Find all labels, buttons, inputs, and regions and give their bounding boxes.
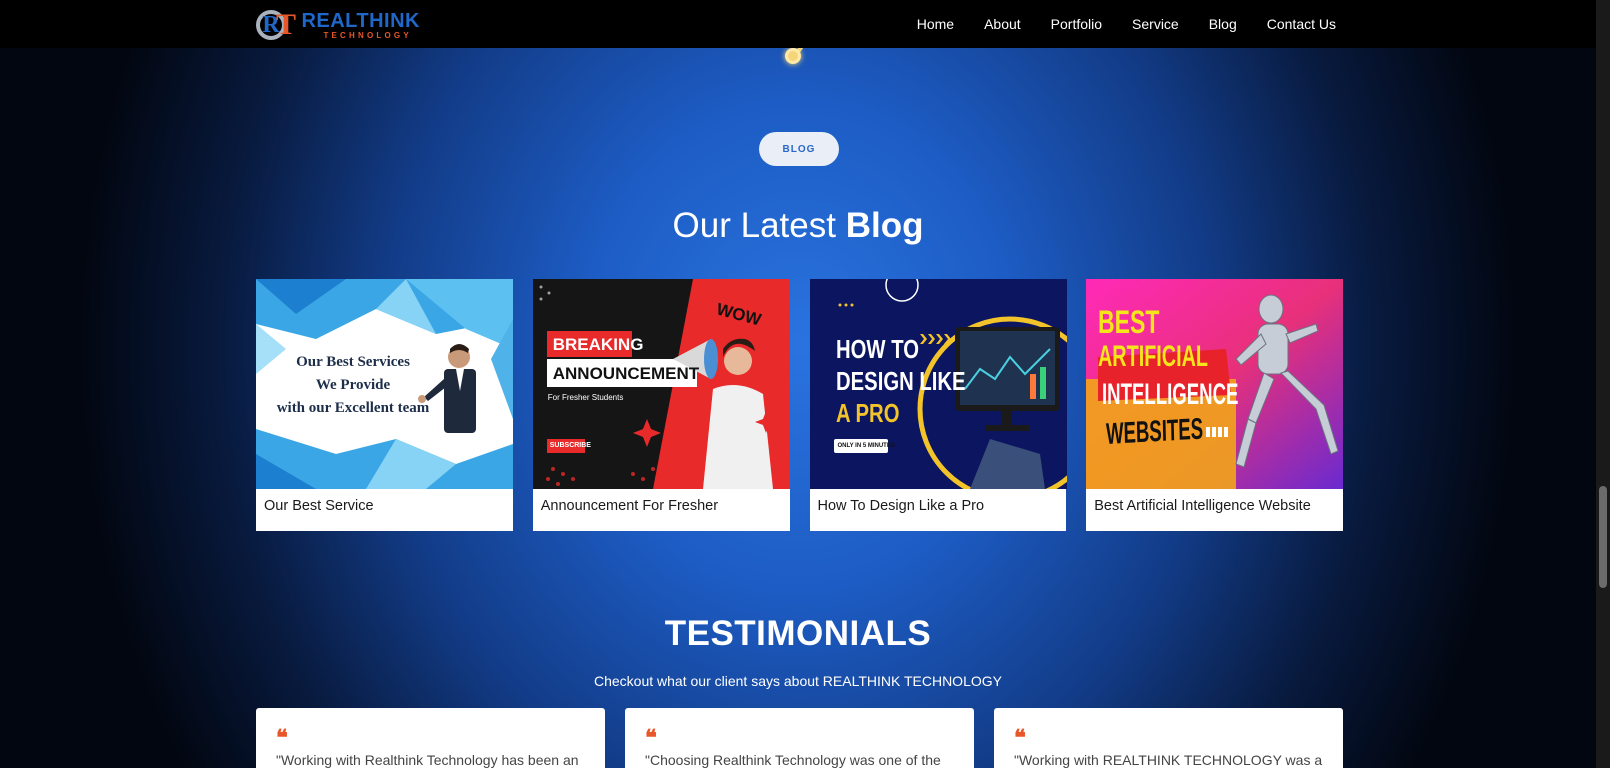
nav-about[interactable]: About — [984, 16, 1021, 32]
blog-card-image[interactable]: BREAKING ANNOUNCEMENT For Fresher Studen… — [532, 279, 790, 489]
nav-home[interactable]: Home — [917, 16, 954, 32]
blog-card-image[interactable]: BEST ARTIFICIAL INTELLIGENCE WEBSITES — [1086, 279, 1344, 489]
blog-card-image[interactable]: HOW TO DESIGN LIKE A PRO ONLY IN 5 MINUT… — [809, 279, 1067, 489]
blog-title-bold: Blog — [845, 206, 924, 245]
blog-card[interactable]: BREAKING ANNOUNCEMENT For Fresher Studen… — [532, 279, 790, 531]
nav-portfolio[interactable]: Portfolio — [1051, 16, 1102, 32]
card-image-caption: Our Best Services We Provide with our Ex… — [268, 351, 438, 420]
image-line: BREAKING — [552, 335, 644, 354]
logo-mark: R T — [256, 9, 299, 41]
blog-card[interactable]: Our Best Services We Provide with our Ex… — [256, 279, 513, 531]
blog-card-title[interactable]: Announcement For Fresher — [541, 498, 718, 514]
nav-service[interactable]: Service — [1132, 16, 1179, 32]
testimonials-title: TESTIMONIALS — [664, 614, 932, 653]
nav-contact-us[interactable]: Contact Us — [1267, 16, 1336, 32]
blog-card-title[interactable]: How To Design Like a Pro — [818, 498, 985, 514]
brand-logo[interactable]: R T REALTHINK TECHNOLOGY — [256, 9, 420, 41]
blog-card-image[interactable]: Our Best Services We Provide with our Ex… — [256, 279, 513, 489]
blog-card-title[interactable]: Best Artificial Intelligence Website — [1094, 498, 1311, 514]
testimonials-subtitle: Checkout what our client says about REAL… — [594, 673, 1002, 689]
quote-icon: ❝ — [276, 725, 288, 750]
image-line: WOW — [714, 299, 763, 330]
page-scrollbar[interactable] — [1596, 0, 1610, 768]
testimonial-text: "Choosing Realthink Technology was one o… — [645, 752, 941, 768]
card-image-caption: BEST ARTIFICIAL INTELLIGENCE WEBSITES — [1086, 279, 1343, 489]
quote-icon: ❝ — [645, 725, 657, 750]
nav-blog[interactable]: Blog — [1209, 16, 1237, 32]
decorative-dot — [785, 48, 801, 64]
image-line: WEBSITES — [1105, 412, 1204, 451]
image-line: ANNOUNCEMENT — [552, 364, 700, 383]
blog-card[interactable]: BEST ARTIFICIAL INTELLIGENCE WEBSITES Be… — [1086, 279, 1344, 531]
logo-text: REALTHINK TECHNOLOGY — [301, 11, 420, 40]
image-line: A PRO — [835, 398, 899, 428]
scrollbar-thumb[interactable] — [1599, 486, 1607, 588]
image-line: For Fresher Students — [547, 393, 624, 402]
blog-pill-button[interactable]: BLOG — [759, 132, 839, 166]
blog-title-light: Our Latest — [672, 206, 836, 245]
card-image-caption: BREAKING ANNOUNCEMENT For Fresher Studen… — [533, 279, 790, 489]
testimonial-text: "Working with Realthink Technology has b… — [276, 752, 579, 768]
image-line: with our Excellent team — [276, 400, 430, 416]
image-line: Our Best Services — [296, 354, 410, 370]
testimonial-card: ❝ "Choosing Realthink Technology was one… — [625, 708, 974, 768]
image-line: BEST — [1098, 304, 1160, 340]
logo-name: REALTHINK — [301, 9, 420, 32]
blog-cards: Our Best Services We Provide with our Ex… — [256, 279, 1344, 531]
image-line: DESIGN LIKE — [835, 366, 966, 396]
testimonial-text: "Working with REALTHINK TECHNOLOGY was a — [1014, 752, 1323, 768]
page: R T REALTHINK TECHNOLOGY Home About Port… — [0, 0, 1596, 768]
image-line: HOW TO — [835, 334, 919, 364]
testimonial-cards: ❝ "Working with Realthink Technology has… — [256, 708, 1343, 768]
image-line: INTELLIGENCE — [1102, 378, 1239, 411]
blog-section-title: Our Latest Blog — [0, 206, 1596, 246]
image-line: ARTIFICIAL — [1098, 340, 1209, 373]
image-line: We Provide — [315, 377, 391, 393]
testimonial-card: ❝ "Working with Realthink Technology has… — [256, 708, 605, 768]
logo-subtitle: TECHNOLOGY — [323, 30, 412, 40]
card-image-caption: HOW TO DESIGN LIKE A PRO ONLY IN 5 MINUT… — [810, 279, 1067, 489]
navbar: R T REALTHINK TECHNOLOGY Home About Port… — [0, 0, 1596, 48]
blog-card[interactable]: HOW TO DESIGN LIKE A PRO ONLY IN 5 MINUT… — [809, 279, 1067, 531]
blog-card-title[interactable]: Our Best Service — [264, 498, 374, 514]
image-line: SUBSCRIBE — [549, 442, 591, 449]
testimonial-card: ❝ "Working with REALTHINK TECHNOLOGY was… — [994, 708, 1343, 768]
logo-t-glyph: T — [276, 8, 297, 41]
image-line: ONLY IN 5 MINUTES — [837, 443, 895, 449]
quote-icon: ❝ — [1014, 725, 1026, 750]
main-nav: Home About Portfolio Service Blog Contac… — [917, 0, 1336, 48]
